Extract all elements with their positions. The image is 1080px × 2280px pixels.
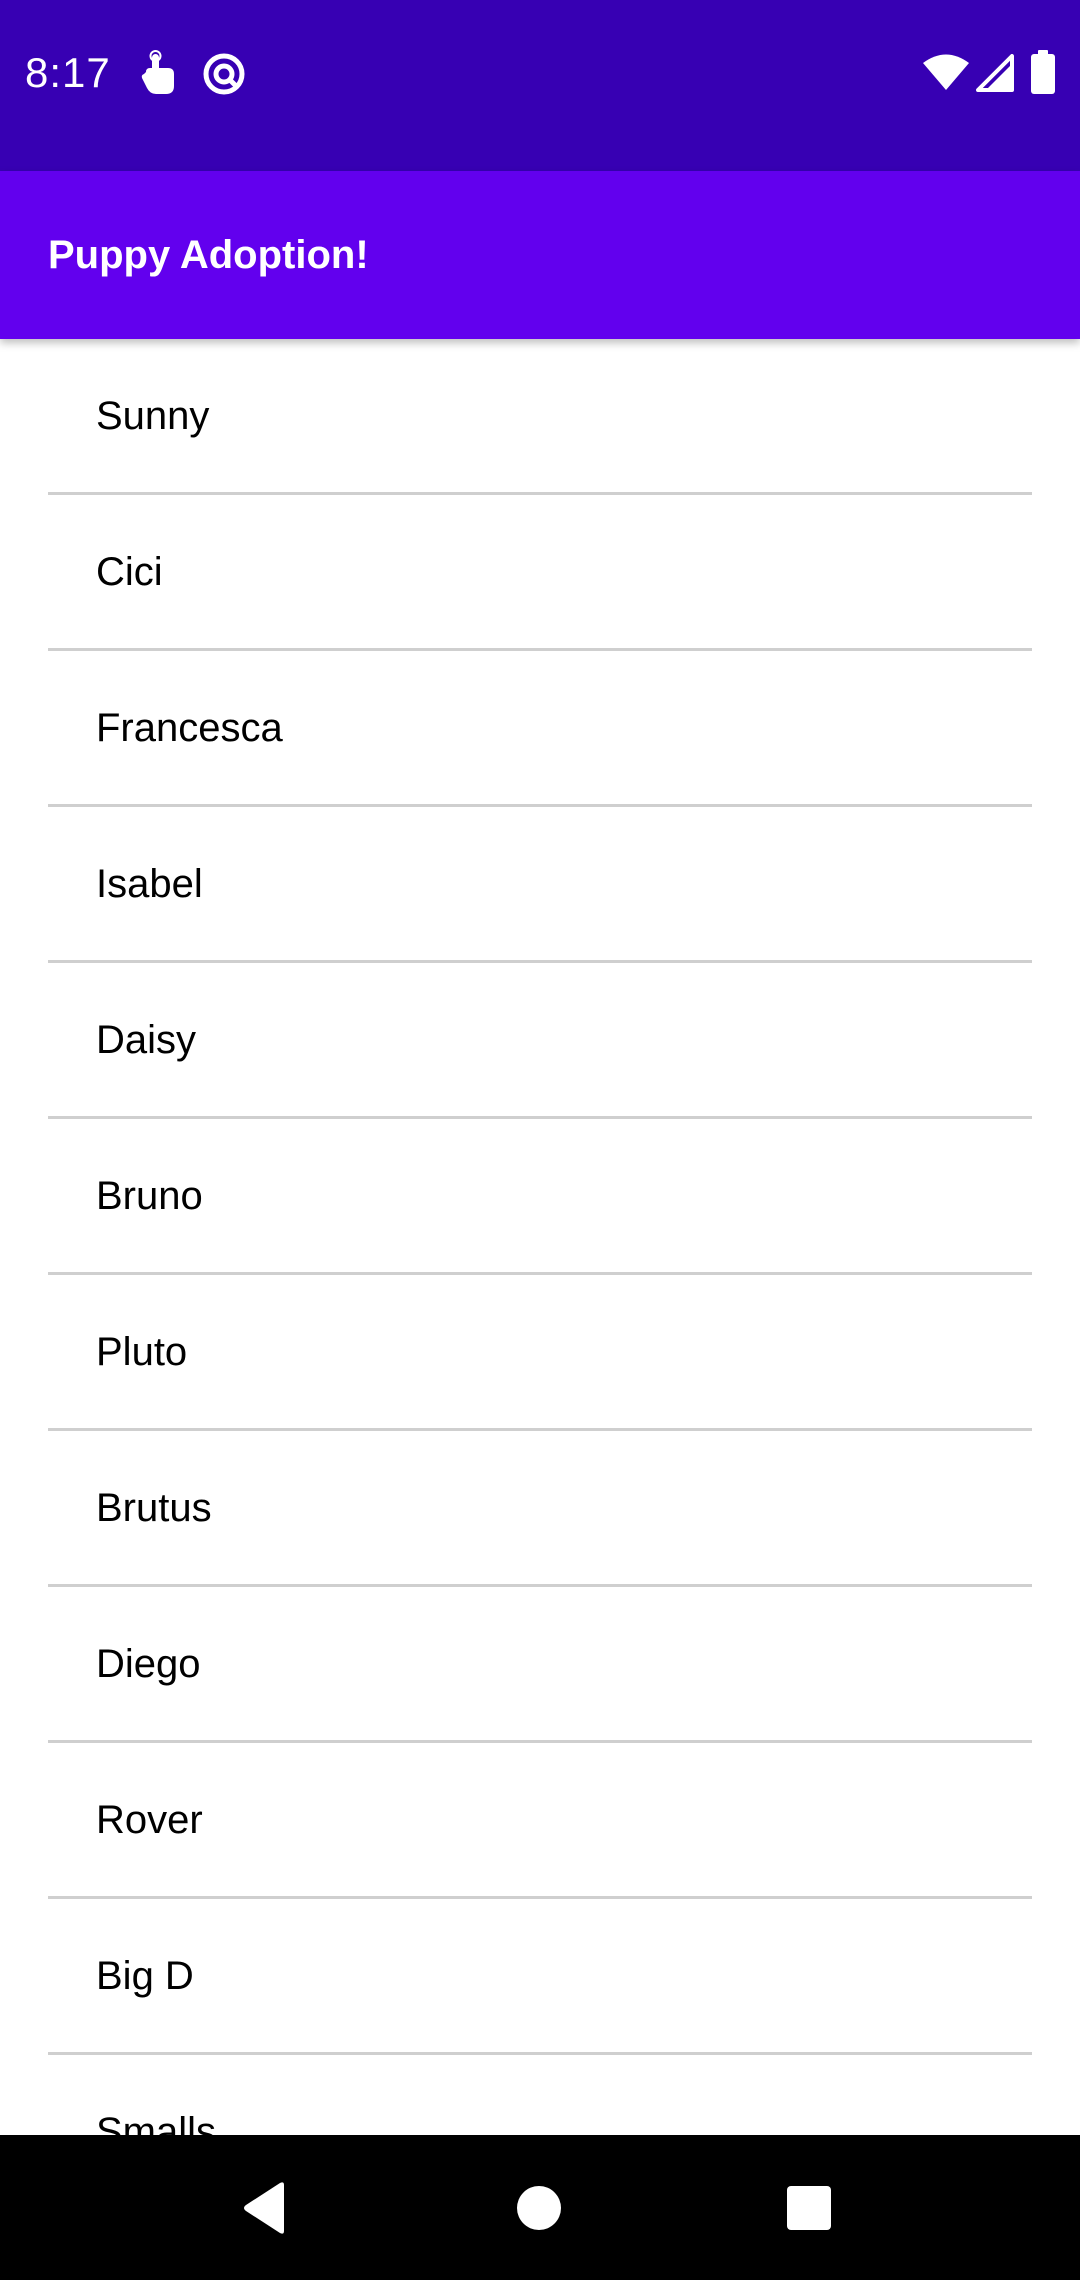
puppy-name: Rover <box>96 1798 203 1842</box>
puppy-name: Big D <box>96 1954 194 1998</box>
back-icon[interactable] <box>240 2181 288 2235</box>
puppy-name: Isabel <box>96 862 203 906</box>
signal-icon <box>976 54 1014 92</box>
status-bar: 8:17 <box>0 0 1080 171</box>
puppy-name: Daisy <box>96 1018 197 1062</box>
puppy-name: Pluto <box>96 1330 188 1374</box>
recents-icon[interactable] <box>786 2185 832 2231</box>
puppy-list-item[interactable]: Isabel <box>0 807 1080 963</box>
puppy-list-item[interactable]: Francesca <box>0 651 1080 807</box>
puppy-name: Smalls <box>96 2110 217 2135</box>
status-time: 8:17 <box>25 49 111 96</box>
wifi-icon <box>923 54 969 90</box>
puppy-list-item[interactable]: Daisy <box>0 963 1080 1119</box>
puppy-name: Francesca <box>96 706 283 750</box>
puppy-name: Diego <box>96 1642 201 1686</box>
at-sign-icon <box>203 53 245 95</box>
touch-icon <box>141 50 174 94</box>
puppy-list-item[interactable]: Sunny <box>0 339 1080 495</box>
puppy-name: Brutus <box>96 1486 212 1530</box>
home-icon[interactable] <box>516 2185 562 2231</box>
puppy-list-item[interactable]: Pluto <box>0 1275 1080 1431</box>
puppy-list-item[interactable]: Brutus <box>0 1431 1080 1587</box>
navigation-bar <box>0 2135 1080 2280</box>
app-title: Puppy Adoption! <box>48 233 369 277</box>
puppy-name: Sunny <box>96 394 210 438</box>
puppy-list-item[interactable]: Smalls <box>0 2055 1080 2135</box>
puppy-name: Bruno <box>96 1174 203 1218</box>
puppy-list-item[interactable]: Big D <box>0 1899 1080 2055</box>
puppy-list[interactable]: Sunny Cici Francesca Isabel Daisy Bruno … <box>0 339 1080 2135</box>
app-bar: Puppy Adoption! <box>0 171 1080 339</box>
puppy-list-item[interactable]: Bruno <box>0 1119 1080 1275</box>
puppy-list-item[interactable]: Rover <box>0 1743 1080 1899</box>
puppy-name: Cici <box>96 550 163 594</box>
battery-icon <box>1031 50 1055 94</box>
puppy-list-item[interactable]: Cici <box>0 495 1080 651</box>
puppy-list-item[interactable]: Diego <box>0 1587 1080 1743</box>
screen: 8:17 Puppy Adoption! Sunny Cici Francesc… <box>0 0 1080 2280</box>
